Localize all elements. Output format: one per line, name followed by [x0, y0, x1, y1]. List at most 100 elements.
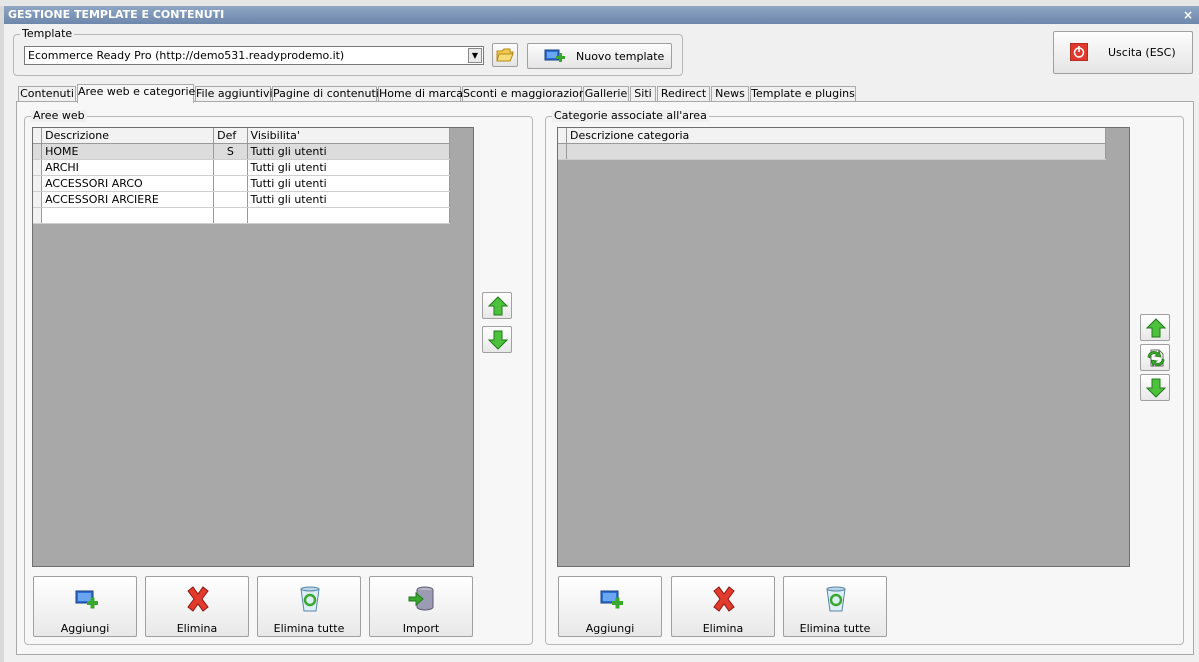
delete-category-button[interactable]: Elimina: [671, 576, 775, 637]
import-areas-button[interactable]: Import: [369, 576, 473, 637]
row-indicator: [33, 175, 43, 192]
exit-button[interactable]: Uscita (ESC): [1053, 31, 1193, 74]
exit-label: Uscita (ESC): [1108, 46, 1176, 59]
open-folder-button[interactable]: [492, 43, 518, 67]
cell-descrizione[interactable]: HOME: [41, 143, 215, 160]
window-title: GESTIONE TEMPLATE E CONTENUTI: [8, 8, 225, 21]
chevron-down-icon[interactable]: ▼: [468, 48, 482, 63]
table-row[interactable]: ACCESSORI ARCIERE Tutti gli utenti: [33, 191, 451, 208]
category-refresh-button[interactable]: [1140, 344, 1170, 371]
new-template-label: Nuovo template: [576, 50, 665, 63]
arrow-down-icon: [488, 330, 508, 350]
delete-all-categories-label: Elimina tutte: [799, 622, 871, 635]
arrow-up-icon: [1146, 318, 1166, 338]
cell-descrizione[interactable]: ACCESSORI ARCIERE: [41, 191, 215, 208]
row-indicator: [33, 191, 43, 208]
categorie-legend: Categorie associate all'area: [552, 109, 709, 122]
delete-x-icon: [187, 586, 209, 612]
row-indicator: [33, 207, 43, 224]
row-indicator: [33, 143, 43, 160]
cell-descrizione[interactable]: ACCESSORI ARCO: [41, 175, 215, 192]
cell-visibilita[interactable]: [247, 207, 451, 224]
add-category-label: Aggiungi: [585, 622, 635, 635]
tab-sconti-e-maggiorazioni[interactable]: Sconti e maggiorazioni: [462, 86, 589, 102]
background-window-edge: [0, 6, 4, 662]
add-monitor-icon: [75, 590, 98, 609]
categorie-table: Descrizione categoria: [558, 128, 1106, 160]
tab-template-e-plugins[interactable]: Template e plugins: [750, 86, 856, 102]
tab-redirect[interactable]: Redirect: [657, 86, 710, 102]
tab-news[interactable]: News: [711, 86, 749, 102]
cell-visibilita[interactable]: Tutti gli utenti: [247, 175, 451, 192]
recycle-bin-icon: [300, 586, 320, 612]
add-area-button[interactable]: Aggiungi: [33, 576, 137, 637]
tab-pagine-di-contenuti[interactable]: Pagine di contenuti: [272, 86, 379, 102]
move-down-button[interactable]: [482, 326, 512, 353]
arrow-up-icon: [488, 296, 508, 316]
power-icon: [1070, 43, 1088, 61]
delete-all-areas-button[interactable]: Elimina tutte: [257, 576, 361, 637]
template-group-legend: Template: [20, 27, 75, 40]
table-row[interactable]: ACCESSORI ARCO Tutti gli utenti: [33, 175, 451, 192]
cell-def[interactable]: [213, 175, 248, 192]
cell-descrizione[interactable]: ARCHI: [41, 159, 215, 176]
add-monitor-icon: [600, 590, 623, 609]
cell-descrizione[interactable]: [41, 207, 215, 224]
delete-x-icon: [713, 586, 735, 612]
aree-web-table: Descrizione Def Visibilita' HOME S Tutti…: [33, 128, 451, 224]
aree-web-header-row: Descrizione Def Visibilita': [33, 128, 451, 144]
delete-all-categories-button[interactable]: Elimina tutte: [783, 576, 887, 637]
template-select-value: Ecommerce Ready Pro (http://demo531.read…: [28, 49, 345, 62]
categorie-header-row: Descrizione categoria: [558, 128, 1106, 144]
tab-home-di-marca[interactable]: Home di marca: [378, 86, 463, 102]
database-import-icon: [408, 586, 434, 611]
table-row[interactable]: HOME S Tutti gli utenti: [33, 143, 451, 160]
tab-gallerie[interactable]: Gallerie: [583, 86, 629, 102]
add-category-button[interactable]: Aggiungi: [558, 576, 662, 637]
category-move-up-button[interactable]: [1140, 314, 1170, 341]
column-header-descrizione[interactable]: Descrizione: [41, 128, 215, 144]
categorie-grid[interactable]: Descrizione categoria: [557, 127, 1130, 567]
folder-icon: [496, 48, 514, 62]
category-move-down-button[interactable]: [1140, 374, 1170, 401]
tab-siti[interactable]: Siti: [630, 86, 656, 102]
move-up-button[interactable]: [482, 292, 512, 319]
cell-visibilita[interactable]: Tutti gli utenti: [247, 191, 451, 208]
tab-aree-web-e-categorie[interactable]: Aree web e categorie: [77, 84, 195, 103]
recycle-bin-icon: [826, 586, 846, 612]
delete-category-label: Elimina: [702, 622, 744, 635]
table-row-new[interactable]: [33, 207, 451, 224]
refresh-page-icon: [1147, 349, 1165, 368]
template-select[interactable]: Ecommerce Ready Pro (http://demo531.read…: [24, 46, 484, 65]
aree-web-legend: Aree web: [31, 109, 87, 122]
new-template-button[interactable]: Nuovo template: [527, 43, 672, 69]
column-header-descrizione-categoria[interactable]: Descrizione categoria: [566, 128, 1106, 144]
cell-def[interactable]: [213, 207, 248, 224]
row-indicator: [558, 143, 567, 160]
cell-descrizione-categoria[interactable]: [566, 143, 1106, 160]
delete-area-label: Elimina: [176, 622, 218, 635]
cell-def[interactable]: S: [213, 143, 248, 160]
arrow-down-icon: [1146, 378, 1166, 398]
cell-def[interactable]: [213, 159, 248, 176]
import-areas-label: Import: [402, 622, 440, 635]
tab-file-aggiuntivi[interactable]: File aggiuntivi: [195, 86, 273, 102]
cell-visibilita[interactable]: Tutti gli utenti: [247, 159, 451, 176]
delete-all-areas-label: Elimina tutte: [273, 622, 345, 635]
table-row[interactable]: ARCHI Tutti gli utenti: [33, 159, 451, 176]
table-row-new[interactable]: [558, 143, 1106, 160]
row-indicator: [33, 159, 43, 176]
add-monitor-icon: [544, 49, 565, 62]
column-header-def[interactable]: Def: [213, 128, 248, 144]
tab-contenuti[interactable]: Contenuti: [18, 86, 76, 102]
aree-web-grid[interactable]: Descrizione Def Visibilita' HOME S Tutti…: [32, 127, 474, 567]
column-header-visibilita[interactable]: Visibilita': [247, 128, 451, 144]
cell-visibilita[interactable]: Tutti gli utenti: [247, 143, 451, 160]
row-indicator: [558, 128, 567, 144]
close-icon[interactable]: ×: [1183, 6, 1193, 24]
delete-area-button[interactable]: Elimina: [145, 576, 249, 637]
add-area-label: Aggiungi: [60, 622, 110, 635]
row-indicator: [33, 128, 43, 144]
window-title-bar: GESTIONE TEMPLATE E CONTENUTI ×: [4, 6, 1199, 24]
cell-def[interactable]: [213, 191, 248, 208]
